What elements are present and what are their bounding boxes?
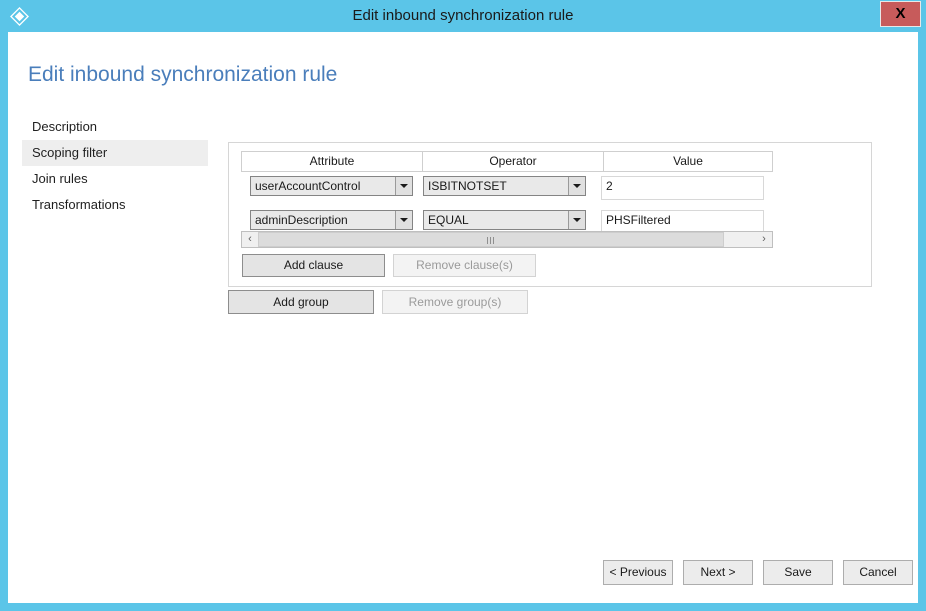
attribute-dropdown-value-row-2: adminDescription [255,213,348,227]
chevron-down-icon [568,177,585,195]
wizard-step-nav: Description Scoping filter Join rules Tr… [22,114,208,218]
value-input-row-1[interactable]: 2 [601,176,764,200]
add-group-button[interactable]: Add group [228,290,374,314]
sidebar-item-scoping-filter[interactable]: Scoping filter [22,140,208,166]
attribute-dropdown-row-2[interactable]: adminDescription [250,210,413,230]
sidebar-item-join-rules[interactable]: Join rules [22,166,208,192]
chevron-down-icon [568,211,585,229]
value-input-row-2[interactable]: PHSFiltered [601,210,764,232]
scroll-left-arrow-icon[interactable]: ‹ [242,232,258,247]
window-title: Edit inbound synchronization rule [352,7,574,24]
column-header-value: Value [603,151,773,172]
cancel-button[interactable]: Cancel [843,560,913,585]
table-header-row: Attribute Operator Value [241,151,773,172]
chevron-down-icon [395,177,412,195]
horizontal-scrollbar[interactable]: ‹ › [241,231,773,248]
column-header-attribute: Attribute [241,151,423,172]
clause-button-row: Add clause Remove clause(s) [242,254,536,277]
column-header-operator: Operator [422,151,604,172]
save-button[interactable]: Save [763,560,833,585]
chevron-down-icon [395,211,412,229]
clause-table: Attribute Operator Value userAccountCont… [241,151,773,240]
scoping-filter-group-box: Attribute Operator Value userAccountCont… [228,142,872,287]
close-icon[interactable]: X [880,1,921,27]
table-row: userAccountControl ISBITNOTSET 2 [241,176,773,206]
scrollbar-track[interactable] [258,232,756,247]
dialog-client-area: Edit inbound synchronization rule Descri… [8,32,918,603]
sidebar-item-description[interactable]: Description [22,114,208,140]
group-button-row: Add group Remove group(s) [228,290,528,314]
dialog-footer-buttons: < Previous Next > Save Cancel [603,560,913,585]
operator-dropdown-row-1[interactable]: ISBITNOTSET [423,176,586,196]
operator-dropdown-row-2[interactable]: EQUAL [423,210,586,230]
remove-group-button: Remove group(s) [382,290,528,314]
attribute-dropdown-row-1[interactable]: userAccountControl [250,176,413,196]
remove-clause-button: Remove clause(s) [393,254,536,277]
sidebar-item-transformations[interactable]: Transformations [22,192,208,218]
dialog-window: Edit inbound synchronization rule X Edit… [0,0,926,611]
attribute-dropdown-value-row-1: userAccountControl [255,179,361,193]
add-clause-button[interactable]: Add clause [242,254,385,277]
title-bar: Edit inbound synchronization rule X [0,0,926,32]
next-button[interactable]: Next > [683,560,753,585]
previous-button[interactable]: < Previous [603,560,673,585]
scrollbar-grip-icon [487,237,496,244]
page-title: Edit inbound synchronization rule [28,63,338,86]
operator-dropdown-value-row-2: EQUAL [428,213,469,227]
scrollbar-thumb[interactable] [258,232,724,247]
operator-dropdown-value-row-1: ISBITNOTSET [428,179,507,193]
scroll-right-arrow-icon[interactable]: › [756,232,772,247]
